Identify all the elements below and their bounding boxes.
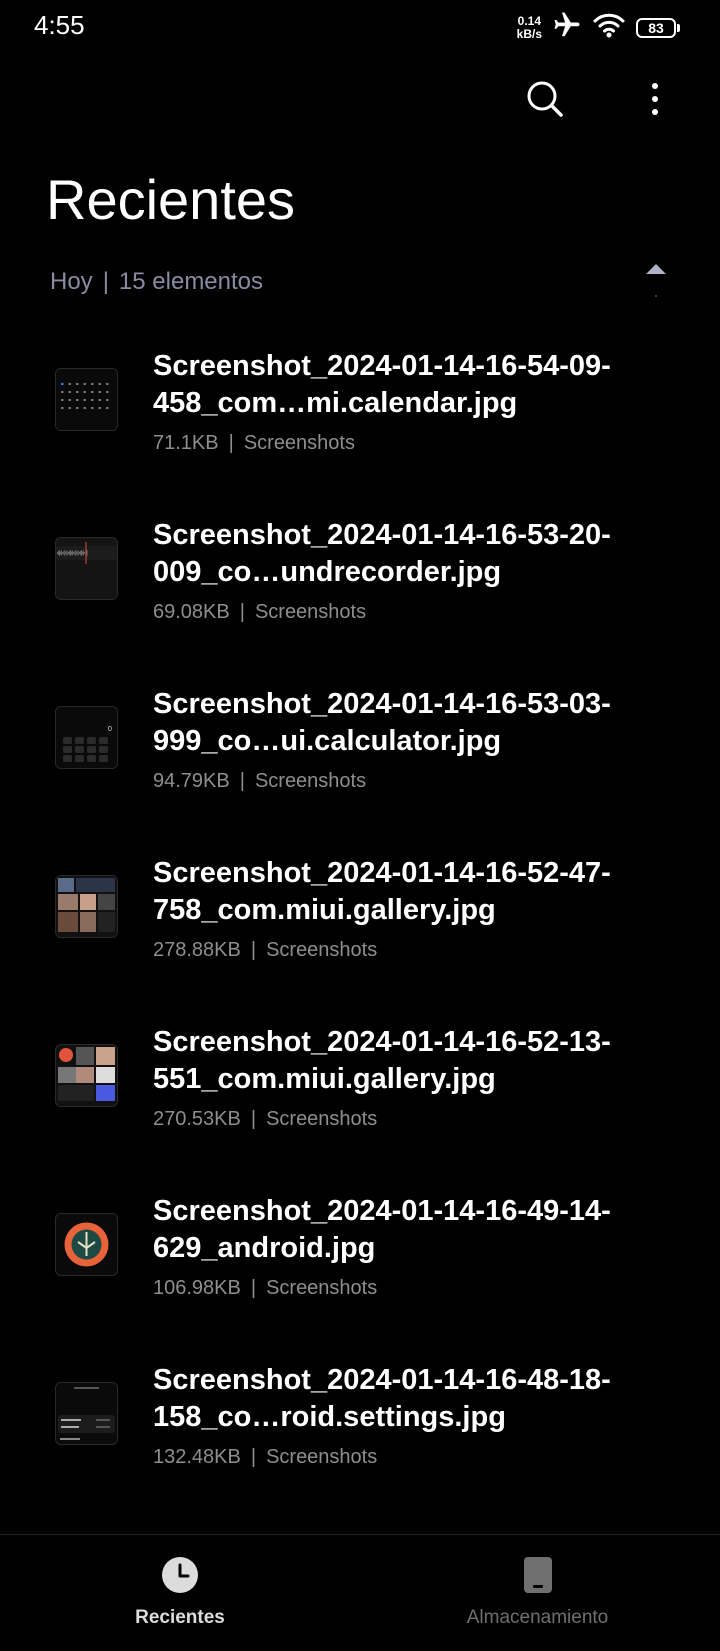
search-icon <box>525 79 565 124</box>
file-name: Screenshot_2024-01-14-16-53-03-999_co…ui… <box>153 688 611 757</box>
file-meta-separator: | <box>250 1277 257 1299</box>
file-folder: Screenshots <box>254 601 367 623</box>
file-thumbnail: 0 <box>55 706 118 769</box>
file-row[interactable]: Screenshot_2024-01-14-16-53-20-009_co…un… <box>0 507 720 676</box>
page-title: Recientes <box>46 168 296 231</box>
nav-tab-storage[interactable]: Almacenamiento <box>440 1535 635 1651</box>
status-icons: 0.14 kB/s 83 <box>517 10 680 45</box>
file-size: 270.53KB <box>153 1108 241 1130</box>
file-size: 94.79KB <box>153 770 230 792</box>
file-name: Screenshot_2024-01-14-16-52-47-758_com.m… <box>153 857 611 926</box>
file-folder: Screenshots <box>266 1446 378 1468</box>
more-vert-icon <box>650 82 660 121</box>
svg-text:0: 0 <box>108 726 112 733</box>
file-meta: 71.1KB | Screenshots <box>153 432 355 455</box>
network-speed: 0.14 kB/s <box>516 13 542 41</box>
more-options-button[interactable] <box>630 76 680 126</box>
file-folder: Screenshots <box>243 432 355 454</box>
file-size: 69.08KB <box>153 601 230 623</box>
network-speed-value: 0.14 <box>517 13 541 28</box>
section-separator: | <box>102 268 109 295</box>
file-meta-separator: | <box>250 1108 257 1130</box>
airplane-mode-icon <box>552 10 582 45</box>
wifi-icon <box>592 11 626 44</box>
section-label: Hoy | 15 elementos <box>50 268 674 296</box>
section-count: 15 elementos <box>118 268 264 295</box>
section-day: Hoy <box>50 268 93 295</box>
file-row[interactable]: Screenshot_2024-01-14-16-52-13-551_com.m… <box>0 1014 720 1183</box>
phone-storage-icon <box>518 1555 558 1595</box>
status-bar: 4:55 0.14 kB/s 83 <box>0 0 720 56</box>
file-size: 106.98KB <box>153 1277 241 1299</box>
chevron-up-icon <box>644 262 668 307</box>
battery-icon: 83 <box>636 17 680 38</box>
file-thumbnail <box>55 537 118 600</box>
file-thumbnail <box>55 1044 118 1107</box>
clock-icon <box>160 1555 200 1595</box>
file-folder: Screenshots <box>266 1108 378 1130</box>
file-name: Screenshot_2024-01-14-16-49-14-629_andro… <box>153 1195 611 1264</box>
file-thumbnail <box>55 1213 118 1276</box>
file-meta: 132.48KB | Screenshots <box>153 1446 377 1469</box>
network-speed-unit: kB/s <box>516 26 542 41</box>
file-meta-separator: | <box>250 939 257 961</box>
file-folder: Screenshots <box>266 939 378 961</box>
file-name: Screenshot_2024-01-14-16-54-09-458_com…m… <box>153 350 611 419</box>
file-name: Screenshot_2024-01-14-16-53-20-009_co…un… <box>153 519 611 588</box>
file-row[interactable]: Screenshot_2024-01-14-16-52-47-758_com.m… <box>0 845 720 1014</box>
status-time: 4:55 <box>34 10 85 40</box>
file-row[interactable]: Screenshot_2024-01-14-16-49-14-629_andro… <box>0 1183 720 1352</box>
file-thumbnail <box>55 368 118 431</box>
bottom-navigation: Recientes Almacenamiento <box>0 1534 720 1651</box>
file-meta-separator: | <box>228 432 234 454</box>
file-meta: 69.08KB | Screenshots <box>153 601 366 624</box>
file-meta-separator: | <box>239 601 245 623</box>
file-meta-separator: | <box>239 770 245 792</box>
file-meta-separator: | <box>250 1446 257 1468</box>
file-thumbnail <box>55 875 118 938</box>
collapse-section-button[interactable] <box>638 263 674 302</box>
section-header: Hoy | 15 elementos <box>50 263 674 308</box>
file-thumbnail <box>55 1382 118 1445</box>
file-meta: 94.79KB | Screenshots <box>153 770 366 793</box>
nav-storage-label: Almacenamiento <box>466 1607 609 1628</box>
nav-tab-recent[interactable]: Recientes <box>105 1535 255 1651</box>
file-row[interactable]: Screenshot_2024-01-14-16-48-18-158_co…ro… <box>0 1352 720 1521</box>
nav-recent-label: Recientes <box>135 1607 225 1628</box>
file-name: Screenshot_2024-01-14-16-52-13-551_com.m… <box>153 1026 611 1095</box>
file-size: 278.88KB <box>153 939 241 961</box>
file-size: 132.48KB <box>153 1446 241 1468</box>
file-folder: Screenshots <box>266 1277 378 1299</box>
file-row[interactable]: 0 Screenshot_2024-01-14-16-53-03-999_co…u… <box>0 676 720 845</box>
battery-level: 83 <box>648 19 664 36</box>
search-button[interactable] <box>520 76 570 126</box>
file-name: Screenshot_2024-01-14-16-48-18-158_co…ro… <box>153 1364 611 1433</box>
file-size: 71.1KB <box>153 432 219 454</box>
file-list: Screenshot_2024-01-14-16-54-09-458_com…m… <box>0 338 720 1521</box>
file-folder: Screenshots <box>254 770 367 792</box>
file-meta: 106.98KB | Screenshots <box>153 1277 377 1300</box>
file-meta: 278.88KB | Screenshots <box>153 939 377 962</box>
file-row[interactable]: Screenshot_2024-01-14-16-54-09-458_com…m… <box>0 338 720 507</box>
file-meta: 270.53KB | Screenshots <box>153 1108 377 1131</box>
